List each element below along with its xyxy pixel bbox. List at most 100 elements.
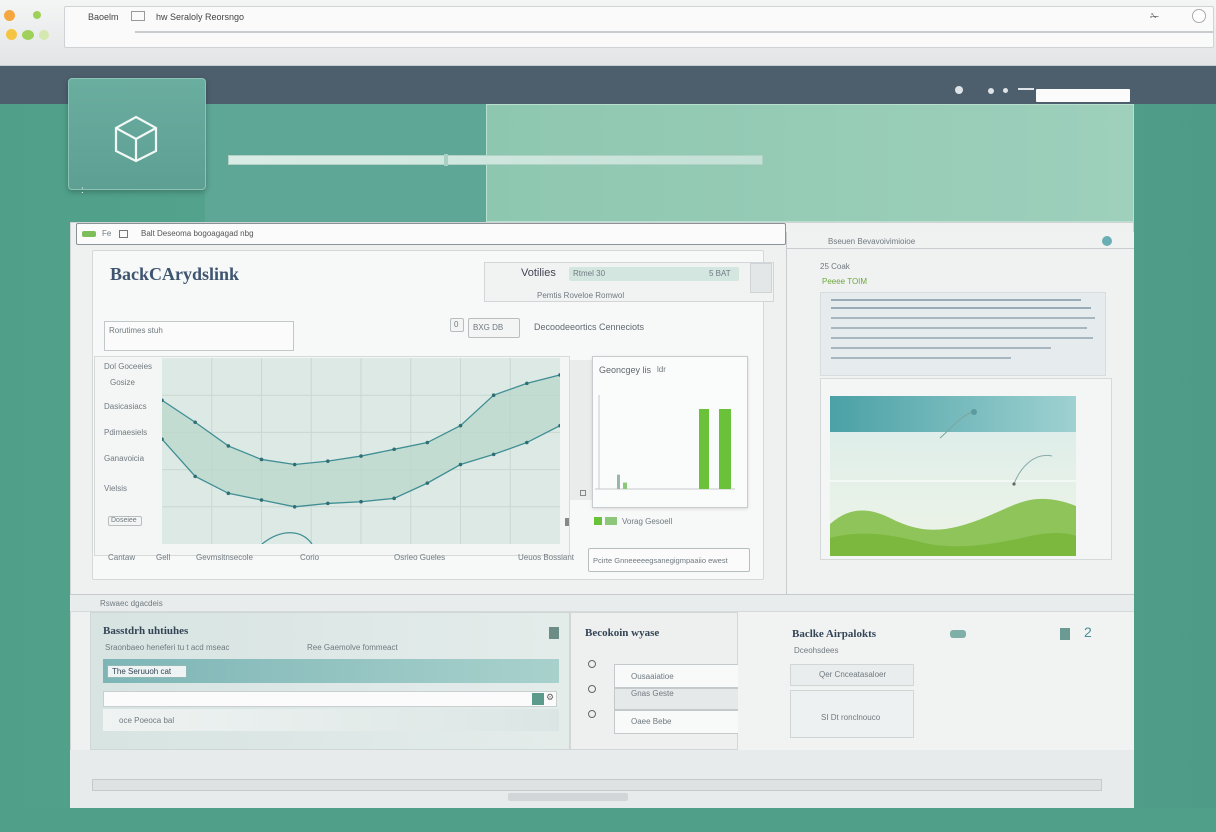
data-point	[359, 454, 363, 458]
data-point	[525, 381, 529, 386]
votes-right-label: 5 BAT	[709, 269, 731, 278]
data-point	[259, 498, 264, 502]
bottom-mid-title: Becokoin wyase	[585, 627, 660, 639]
section-label: Rswaec dgacdeis	[100, 599, 163, 608]
text-lines-card	[820, 292, 1106, 376]
votes-panel: Votilies Rtmel 30 5 BAT Pemtis Roveloe R…	[484, 262, 774, 302]
legend-mark	[565, 518, 569, 526]
data-point	[292, 462, 297, 467]
bar	[617, 474, 620, 489]
data-point	[525, 440, 529, 445]
scrollbar-thumb[interactable]	[508, 793, 628, 801]
mid-item[interactable]: Oaee Bebe	[614, 710, 746, 734]
votes-bar[interactable]: Rtmel 30 5 BAT	[569, 267, 739, 281]
toolbar-text: Decoodeeortics Cenneciots	[534, 322, 645, 332]
filter-label: Rorutimes stuh	[109, 326, 163, 335]
bottom-right-title: Baclke Airpalokts	[792, 628, 877, 640]
nav-line	[1018, 88, 1034, 90]
bottom-left-row-label: oce Poeoca bal	[119, 716, 175, 725]
x-axis-label: Osrieo Gueles	[394, 553, 446, 562]
filter-input[interactable]: Rorutimes stuh	[104, 321, 294, 351]
mid-item[interactable]: Ousaaiatioe	[614, 664, 746, 688]
bottom-left-card: Basstdrh uhtiuhes Sraonbaeo heneferi tu …	[90, 612, 570, 750]
mid-item-label: Oaee Bebe	[631, 717, 672, 726]
bar	[699, 409, 709, 489]
text-line	[831, 327, 1087, 329]
footer-progress	[92, 779, 1102, 791]
input-expand-icon[interactable]: ⚙	[546, 692, 554, 703]
bottom-left-sub-2: Ree Gaemolve fommeact	[307, 643, 398, 652]
window-maximize-button[interactable]	[22, 30, 34, 40]
data-point	[458, 423, 463, 428]
data-point	[226, 444, 231, 448]
chart-side-rail	[570, 360, 592, 500]
radio-button[interactable]	[588, 710, 596, 718]
right-item-label: Qer Cnceatasaloer	[819, 670, 887, 679]
window-minimize-button[interactable]	[6, 29, 17, 40]
divider	[786, 248, 1134, 249]
profile-icon[interactable]	[1192, 9, 1206, 23]
data-point	[392, 496, 396, 501]
window-close-button[interactable]	[4, 10, 15, 21]
chart-y-labels: Dol Goceeies Gosize Dasicasiacs Pdimaesiels…	[96, 360, 158, 540]
browser-toolbar: Baoelm hw Seraloly Reorsngo ✁	[0, 0, 1216, 66]
section-divider: Rswaec dgacdeis	[70, 594, 1134, 612]
tab-title[interactable]: Baoelm	[88, 12, 119, 22]
x-axis-label: Gevmsitnsecole	[196, 553, 253, 562]
bottom-action-label: Pcirte Gnneeeeegsanegigmpaaiio ewest	[593, 556, 728, 565]
toolbar-icon-label: 0	[454, 320, 459, 329]
nav-dot-icon[interactable]	[1003, 88, 1008, 93]
cube-icon	[114, 115, 158, 163]
x-axis-label: Gell	[156, 553, 171, 562]
text-line	[831, 357, 1011, 359]
right-item[interactable]: SI Dt ronclnouco	[790, 690, 914, 738]
bottom-left-input[interactable]: ⚙	[103, 691, 557, 707]
votes-chip-label: Rtmel 30	[573, 269, 606, 278]
mid-item[interactable]: Gnas Geste	[614, 688, 746, 710]
inner-address-bar[interactable]: Fe Balt Deseoma bogoagagad nbg	[76, 223, 786, 245]
key-icon[interactable]: ✁	[1150, 10, 1159, 23]
dashboard-title: BackCArydslink	[110, 264, 240, 284]
votes-side-button[interactable]	[750, 263, 772, 293]
bottom-action-button[interactable]: Pcirte Gnneeeeegsanegigmpaaiio ewest	[588, 548, 750, 572]
text-line	[831, 337, 1093, 339]
link-icon[interactable]	[950, 630, 966, 638]
app-logo-tile[interactable]: :	[68, 78, 206, 196]
bookmark-icon[interactable]	[549, 627, 559, 639]
info-icon[interactable]	[1102, 236, 1112, 246]
data-point	[458, 462, 463, 467]
y-axis-label: Gosize	[110, 378, 135, 387]
bottom-left-sub: Sraonbaeo heneferi tu t acd mseac	[105, 643, 230, 652]
band-tag-label: The Seruuoh cat	[112, 667, 172, 676]
right-item[interactable]: Qer Cnceatasaloer	[790, 664, 914, 686]
radio-button[interactable]	[588, 660, 596, 668]
address-text[interactable]: hw Seraloly Reorsngo	[156, 12, 244, 22]
chart-option-button[interactable]: Doseiee	[108, 516, 142, 526]
right-subtitle: 25 Coak	[820, 262, 850, 271]
radio-button[interactable]	[588, 685, 596, 693]
tab-icon	[131, 11, 145, 21]
bookmark-icon[interactable]	[1060, 628, 1070, 640]
input-toggle[interactable]	[532, 693, 544, 705]
window-extra-button[interactable]	[39, 30, 49, 40]
data-point	[259, 457, 264, 462]
bottom-left-band: The Seruuoh cat	[103, 659, 559, 683]
data-point	[491, 393, 496, 397]
nav-dot-icon[interactable]	[955, 86, 963, 94]
toolbar-button[interactable]: BXG DB	[468, 318, 520, 338]
toolbar-icon-button[interactable]: 0	[450, 318, 464, 332]
hero-progress-bar	[228, 154, 763, 166]
data-point	[425, 481, 430, 485]
data-point	[292, 505, 297, 509]
counter-badge: 2	[1084, 624, 1092, 640]
chart-x-labels: Cantaw Gell Gevmsitnsecole Corio Osrieo Guel…	[100, 553, 580, 565]
band-tag[interactable]: The Seruuoh cat	[107, 665, 187, 678]
bottom-background	[0, 808, 1216, 832]
rail-handle[interactable]	[580, 490, 586, 496]
nav-search-input[interactable]	[1036, 89, 1130, 102]
x-axis-label: Cantaw	[108, 553, 136, 562]
data-point	[392, 447, 396, 452]
nav-dot-icon[interactable]	[988, 88, 994, 94]
hero-progress-marker[interactable]	[444, 154, 448, 166]
y-axis-label: Ganavoicia	[104, 454, 145, 463]
